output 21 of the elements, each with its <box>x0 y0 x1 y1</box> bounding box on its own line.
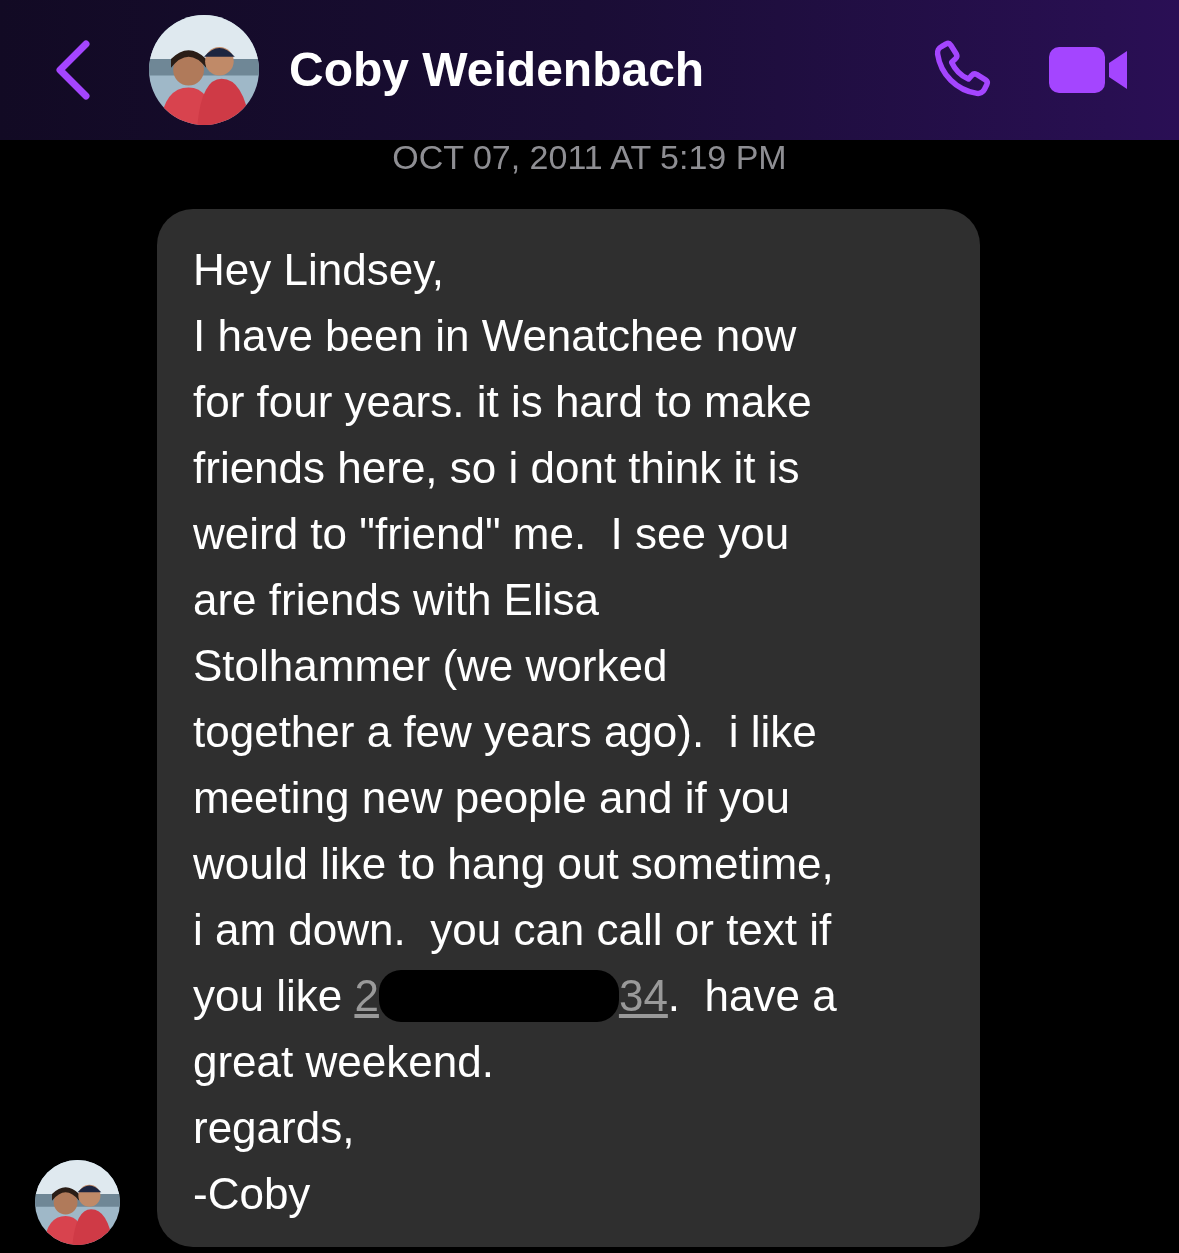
message-line: meeting new people and if you <box>193 772 791 824</box>
phone-number-link[interactable]: 34 <box>618 963 668 1029</box>
message-line: would like to hang out sometime, <box>193 838 835 890</box>
message-line: together a few years ago). i like <box>193 706 818 758</box>
message-line: weird to "friend" me. I see you <box>193 508 791 560</box>
message-line: I have been in Wenatchee now <box>193 310 798 362</box>
message-line: Hey Lindsey, <box>193 244 446 296</box>
message-line: -Coby <box>193 1168 312 1220</box>
contact-name[interactable]: Coby Weidenbach <box>289 34 705 106</box>
timestamp: OCT 07, 2011 AT 5:19 PM <box>392 137 787 178</box>
message-line: are friends with Elisa <box>193 574 600 626</box>
message-text: you like <box>193 970 344 1022</box>
message-line: regards, <box>193 1102 356 1154</box>
message-line: Stolhammer (we worked <box>193 640 669 692</box>
phone-number-link[interactable]: 2 <box>354 963 379 1029</box>
video-camera-icon[interactable] <box>1049 45 1129 95</box>
message-line: for four years. it is hard to make <box>193 376 813 428</box>
message-line: great weekend. <box>193 1036 495 1088</box>
message-line: i am down. you can call or text if <box>193 904 833 956</box>
message-line: friends here, so i dont think it is <box>193 442 801 494</box>
message-text: . have a <box>667 970 837 1022</box>
